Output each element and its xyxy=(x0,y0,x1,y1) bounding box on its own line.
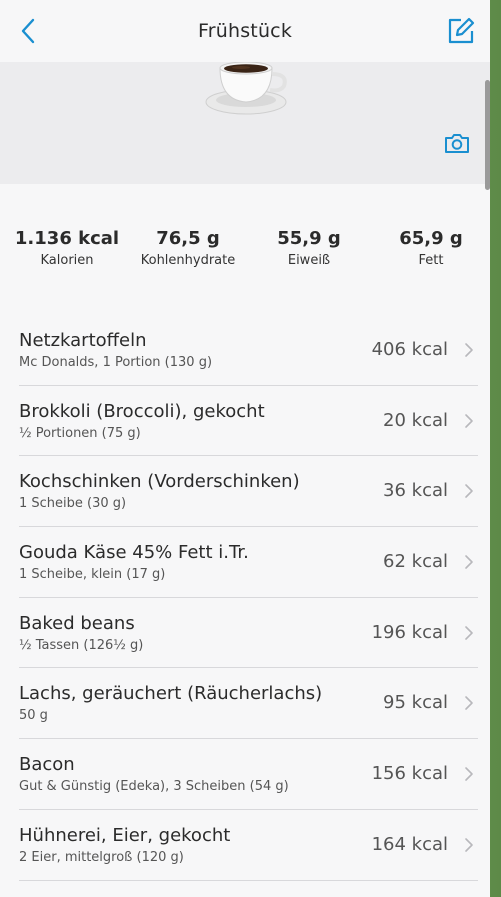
food-item[interactable]: Baked beans ½ Tassen (126½ g) 196 kcal xyxy=(19,598,478,669)
nutrient-label: Kohlenhydrate xyxy=(140,253,236,268)
food-detail: ½ Portionen (75 g) xyxy=(19,425,141,441)
nutrient-value: 76,5 g xyxy=(156,228,220,249)
food-list: Netzkartoffeln Mc Donalds, 1 Portion (13… xyxy=(0,315,490,881)
edit-icon xyxy=(448,17,475,44)
food-name: Gouda Käse 45% Fett i.Tr. xyxy=(19,542,249,564)
nutrient-protein: 55,9 g Eiweiß xyxy=(264,228,354,268)
food-item[interactable]: Hühnerei, Eier, gekocht 2 Eier, mittelgr… xyxy=(19,810,478,881)
nutrition-summary: 1.136 kcal Kalorien 76,5 g Kohlenhydrate… xyxy=(0,228,490,278)
food-name: Bacon xyxy=(19,754,75,776)
chevron-left-icon xyxy=(21,18,35,44)
food-item[interactable]: Netzkartoffeln Mc Donalds, 1 Portion (13… xyxy=(19,315,478,386)
food-name: Baked beans xyxy=(19,612,135,634)
nutrient-value: 55,9 g xyxy=(277,228,341,249)
page-title: Frühstück xyxy=(197,20,293,42)
food-item[interactable]: Kochschinken (Vorderschinken) 1 Scheibe … xyxy=(19,456,478,528)
food-name: Brokkoli (Broccoli), gekocht xyxy=(19,400,265,422)
nutrient-value: 1.136 kcal xyxy=(14,228,120,249)
food-item[interactable]: Brokkoli (Broccoli), gekocht ½ Portionen… xyxy=(19,386,478,457)
food-detail: Mc Donalds, 1 Portion (130 g) xyxy=(19,355,213,370)
meal-panel: Frühstück 1.136 kcal Kalorien 76,5 g Koh… xyxy=(0,0,490,897)
food-detail: 1 Scheibe (30 g) xyxy=(19,496,127,512)
nutrient-value: 65,9 g xyxy=(399,228,463,249)
nutrient-fat: 65,9 g Fett xyxy=(386,228,476,268)
food-detail: 50 g xyxy=(19,708,48,724)
chevron-right-icon xyxy=(465,696,473,711)
scrollbar[interactable] xyxy=(485,80,490,190)
chevron-right-icon xyxy=(465,767,473,781)
camera-icon xyxy=(445,134,469,153)
food-kcal: 406 kcal xyxy=(371,339,448,360)
food-item[interactable]: Bacon Gut & Günstig (Edeka), 3 Scheiben … xyxy=(19,739,478,810)
back-button[interactable] xyxy=(14,16,42,46)
nutrient-carbs: 76,5 g Kohlenhydrate xyxy=(133,228,243,268)
food-item[interactable]: Gouda Käse 45% Fett i.Tr. 1 Scheibe, kle… xyxy=(19,527,478,598)
nutrient-calories: 1.136 kcal Kalorien xyxy=(14,228,120,268)
food-kcal: 196 kcal xyxy=(371,621,448,643)
nutrient-label: Kalorien xyxy=(40,253,94,268)
nutrient-label: Fett xyxy=(418,253,444,268)
edit-button[interactable] xyxy=(446,16,476,46)
coffee-cup-image xyxy=(205,62,287,115)
food-detail: Gut & Günstig (Edeka), 3 Scheiben (54 g) xyxy=(19,779,289,795)
food-detail: 1 Scheibe, klein (17 g) xyxy=(19,567,166,583)
food-kcal: 164 kcal xyxy=(371,833,448,855)
food-kcal: 62 kcal xyxy=(383,551,448,573)
chevron-right-icon xyxy=(465,625,473,640)
meal-image-area xyxy=(0,62,490,184)
chevron-right-icon xyxy=(465,484,473,499)
food-detail: 2 Eier, mittelgroß (120 g) xyxy=(19,849,184,865)
food-kcal: 20 kcal xyxy=(383,409,448,431)
food-kcal: 95 kcal xyxy=(383,692,448,714)
chevron-right-icon xyxy=(465,343,473,357)
food-name: Lachs, geräuchert (Räucherlachs) xyxy=(19,683,323,705)
header-bar: Frühstück xyxy=(0,0,490,62)
food-name: Hühnerei, Eier, gekocht xyxy=(19,824,231,846)
food-kcal: 156 kcal xyxy=(371,763,448,785)
nutrient-label: Eiweiß xyxy=(287,253,331,268)
chevron-right-icon xyxy=(465,413,473,428)
food-detail: ½ Tassen (126½ g) xyxy=(19,637,144,653)
camera-button[interactable] xyxy=(444,132,470,154)
food-name: Kochschinken (Vorderschinken) xyxy=(19,471,300,493)
chevron-right-icon xyxy=(465,838,473,852)
food-kcal: 36 kcal xyxy=(383,480,448,502)
chevron-right-icon xyxy=(465,555,473,569)
food-item[interactable]: Lachs, geräuchert (Räucherlachs) 50 g 95… xyxy=(19,668,478,740)
food-name: Netzkartoffeln xyxy=(19,330,147,351)
